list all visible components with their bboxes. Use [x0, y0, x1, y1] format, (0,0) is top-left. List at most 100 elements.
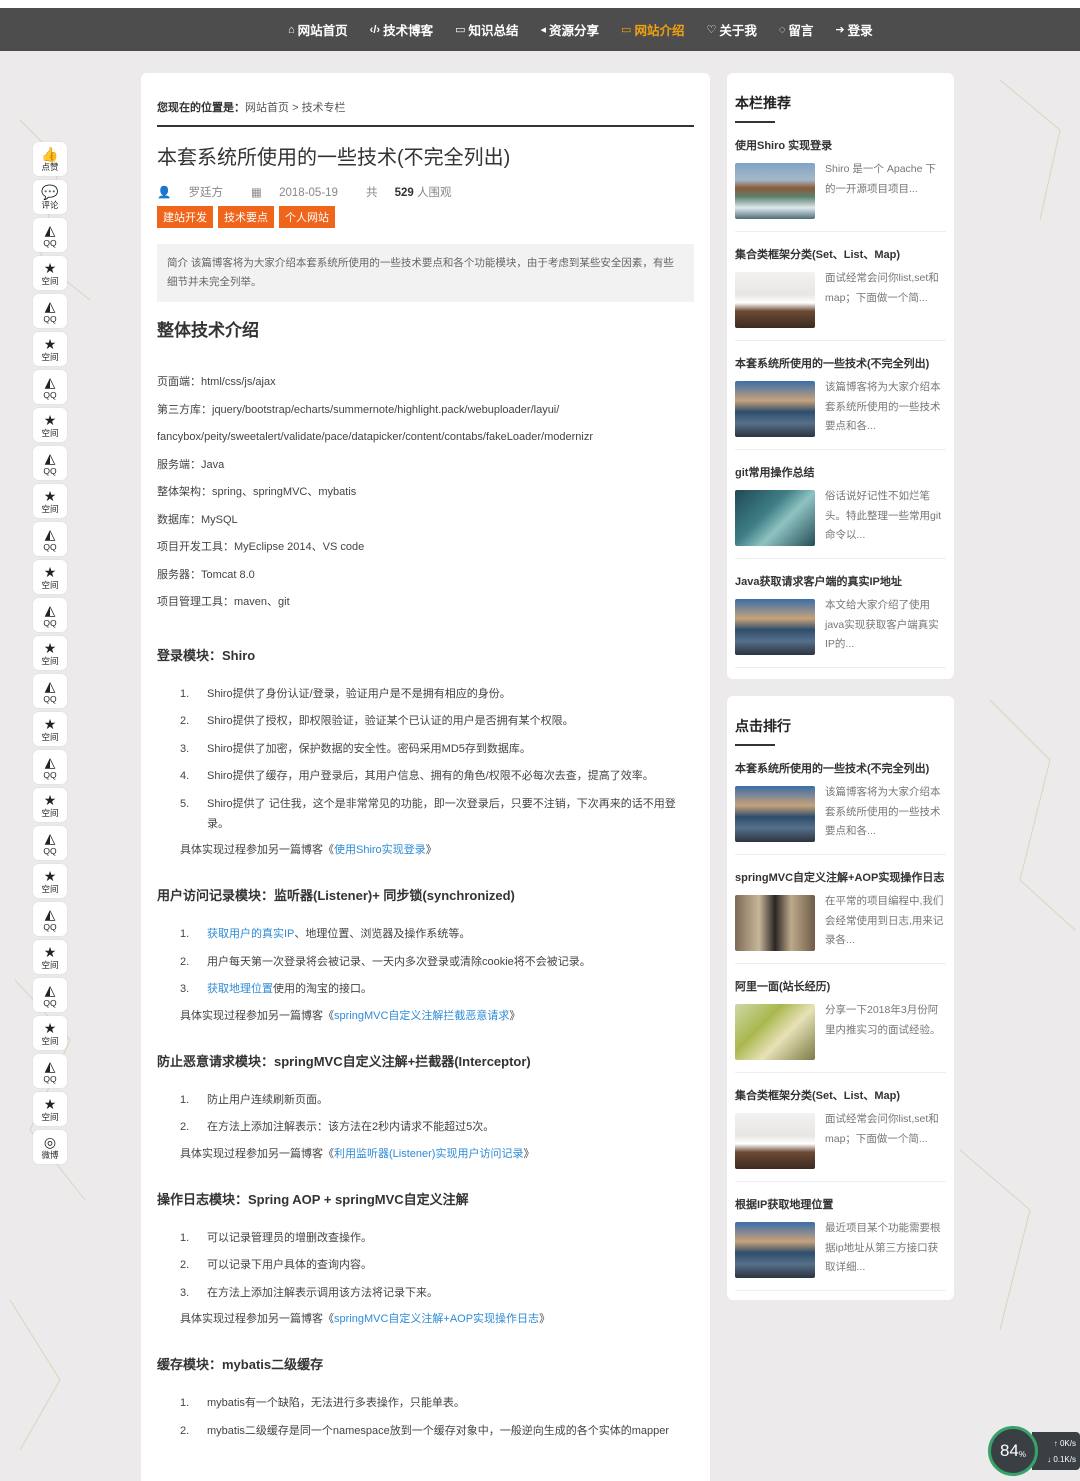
post-item[interactable]: 本套系统所使用的一些技术(不完全列出) 该篇博客将为大家介绍本套系统所使用的一些技… — [735, 355, 946, 450]
item-number: 1. — [180, 687, 190, 700]
share-button[interactable]: ★ 空间 — [33, 1092, 67, 1126]
share-button[interactable]: 💬 评论 — [33, 180, 67, 214]
nav-item[interactable]: ▭ 网站介绍 — [621, 20, 684, 39]
share-button[interactable]: ◭ QQ — [33, 902, 67, 936]
ref-suffix: 》 — [509, 1009, 521, 1022]
share-label: 微博 — [41, 1149, 59, 1160]
tag-link[interactable]: 个人网站 — [279, 206, 335, 228]
tag-link[interactable]: 建站开发 — [157, 206, 213, 228]
post-item[interactable]: 集合类框架分类(Set、List、Map) 面试经常会问你list,set和map… — [735, 246, 946, 341]
post-item[interactable]: 集合类框架分类(Set、List、Map) 面试经常会问你list,set和map… — [735, 1087, 946, 1182]
share-button[interactable]: ◭ QQ — [33, 1054, 67, 1088]
share-button[interactable]: ★ 空间 — [33, 788, 67, 822]
nav-label: 资源分享 — [549, 24, 600, 38]
item-text: 可以记录下用户具体的查询内容。 — [182, 1255, 372, 1275]
post-thumbnail[interactable] — [735, 599, 815, 655]
share-button[interactable]: ◭ QQ — [33, 674, 67, 708]
share-label: QQ — [43, 617, 57, 628]
nav-item[interactable]: ➔ 登录 — [835, 20, 872, 39]
share-button[interactable]: 👍 点赞 — [33, 142, 67, 176]
post-row: 在平常的项目编程中,我们会经常使用到日志,用来记录各... — [735, 895, 946, 951]
tag-link[interactable]: 技术要点 — [218, 206, 274, 228]
post-title[interactable]: 根据IP获取地理位置 — [735, 1196, 946, 1212]
item-body: Shiro提供了缓存，用户登录后，其用户信息、拥有的角色/权限不必每次去查，提高… — [207, 770, 654, 782]
post-item[interactable]: git常用操作总结 俗话说好记性不如烂笔头。特此整理一些常用git命令以... — [735, 464, 946, 559]
post-item[interactable]: Java获取请求客户端的真实IP地址 本文给大家介绍了使用java实现获取客户端真… — [735, 573, 946, 668]
share-button[interactable]: ★ 空间 — [33, 1016, 67, 1050]
nav-item[interactable]: ♡ 关于我 — [706, 20, 756, 39]
post-title[interactable]: 本套系统所使用的一些技术(不完全列出) — [735, 760, 946, 776]
share-button[interactable]: ◭ QQ — [33, 446, 67, 480]
post-thumbnail[interactable] — [735, 490, 815, 546]
nav-item[interactable]: ‹/› 技术博客 — [370, 20, 433, 39]
share-button[interactable]: ◭ QQ — [33, 826, 67, 860]
item-number: 2. — [180, 715, 190, 727]
share-button[interactable]: ◎ 微博 — [33, 1130, 67, 1164]
post-title[interactable]: 集合类框架分类(Set、List、Map) — [735, 246, 946, 262]
share-button[interactable]: ★ 空间 — [33, 864, 67, 898]
top-navigation: ⌂ 网站首页 ‹/› 技术博客 ▭ 知识总结 ◂ 资源分享 ▭ 网站介绍 ♡ 关于我 ◌ 留言 ➔ 登录 — [0, 8, 1080, 51]
share-button[interactable]: ★ 空间 — [33, 636, 67, 670]
post-thumbnail[interactable] — [735, 1113, 815, 1169]
ranking-title: 点击排行 — [735, 718, 791, 734]
post-thumbnail[interactable] — [735, 272, 815, 328]
post-title[interactable]: 阿里一面(站长经历) — [735, 978, 946, 994]
nav-item[interactable]: ◂ 资源分享 — [541, 20, 600, 39]
nav-item[interactable]: ⌂ 网站首页 — [288, 20, 348, 39]
network-speed-widget[interactable]: ↑ 0K/s ↓ 0.1K/s 84% — [988, 1426, 1080, 1476]
share-button[interactable]: ◭ QQ — [33, 978, 67, 1012]
post-item[interactable]: springMVC自定义注解+AOP实现操作日志在平常的项目编程中,我们会经常使… — [735, 869, 946, 964]
post-thumbnail[interactable] — [735, 163, 815, 219]
related-post-link[interactable]: springMVC自定义注解+AOP实现操作日志 — [334, 1313, 539, 1325]
post-item[interactable]: 阿里一面(站长经历) 分享一下2018年3月份阿里内推实习的面试经验。 — [735, 978, 946, 1073]
share-button[interactable]: ◭ QQ — [33, 218, 67, 252]
post-title[interactable]: Java获取请求客户端的真实IP地址 — [735, 573, 946, 589]
post-thumbnail[interactable] — [735, 1222, 815, 1278]
breadcrumb: 您现在的位置是：网站首页 > 技术专栏 — [157, 99, 694, 127]
share-button[interactable]: ★ 空间 — [33, 408, 67, 442]
list-item: 2. 用户每天第一次登录将会被记录、一天内多次登录或清除cookie将不会被记录。 — [157, 952, 694, 972]
post-item[interactable]: 根据IP获取地理位置 最近项目某个功能需要根据ip地址从第三方接口获取详细... — [735, 1196, 946, 1291]
post-thumbnail[interactable] — [735, 895, 815, 951]
breadcrumb-home-link[interactable]: 网站首页 — [245, 102, 289, 114]
breadcrumb-current-link[interactable]: 技术专栏 — [302, 102, 346, 114]
post-title[interactable]: git常用操作总结 — [735, 464, 946, 480]
post-thumbnail[interactable] — [735, 381, 815, 437]
share-button[interactable]: ◭ QQ — [33, 750, 67, 784]
share-button[interactable]: ★ 空间 — [33, 256, 67, 290]
related-post-link[interactable]: 利用监听器(Listener)实现用户访问记录 — [334, 1148, 523, 1160]
post-title[interactable]: 集合类框架分类(Set、List、Map) — [735, 1087, 946, 1103]
share-button[interactable]: ★ 空间 — [33, 560, 67, 594]
related-post-link[interactable]: springMVC自定义注解拦截恶意请求 — [334, 1010, 509, 1022]
list-item: 1. 可以记录管理员的增删改查操作。 — [157, 1228, 694, 1248]
share-button[interactable]: ★ 空间 — [33, 484, 67, 518]
qq-icon: ◭ — [44, 601, 56, 618]
post-title[interactable]: 本套系统所使用的一些技术(不完全列出) — [735, 355, 946, 371]
share-button[interactable]: ◭ QQ — [33, 370, 67, 404]
post-item[interactable]: 本套系统所使用的一些技术(不完全列出) 该篇博客将为大家介绍本套系统所使用的一些技… — [735, 760, 946, 855]
item-body: 用户每天第一次登录将会被记录、一天内多次登录或清除cookie将不会被记录。 — [207, 955, 591, 968]
item-link[interactable]: 获取用户的真实IP — [207, 928, 294, 940]
nav-item[interactable]: ◌ 留言 — [779, 20, 814, 39]
share-label: 空间 — [41, 351, 59, 362]
share-label: QQ — [43, 237, 57, 248]
nav-item[interactable]: ▭ 知识总结 — [455, 20, 518, 39]
share-button[interactable]: ◭ QQ — [33, 522, 67, 556]
share-button[interactable]: ◭ QQ — [33, 294, 67, 328]
post-thumbnail[interactable] — [735, 786, 815, 842]
folder-icon: ▭ — [455, 24, 466, 36]
share-label: QQ — [43, 389, 57, 400]
ref-prefix: 具体实现过程参加另一篇博客《 — [180, 1313, 334, 1325]
post-title[interactable]: springMVC自定义注解+AOP实现操作日志 — [735, 869, 946, 885]
post-item[interactable]: 使用Shiro 实现登录 Shiro 是一个 Apache 下的一开源项目项目..… — [735, 137, 946, 232]
share-button[interactable]: ★ 空间 — [33, 712, 67, 746]
share-button[interactable]: ◭ QQ — [33, 598, 67, 632]
share-button[interactable]: ★ 空间 — [33, 940, 67, 974]
item-link[interactable]: 获取地理位置 — [207, 983, 273, 995]
post-thumbnail[interactable] — [735, 1004, 815, 1060]
share-button[interactable]: ★ 空间 — [33, 332, 67, 366]
title-underline — [735, 121, 775, 123]
post-title[interactable]: 使用Shiro 实现登录 — [735, 137, 946, 153]
item-text: Shiro提供了 记住我，这个是非常常见的功能，即一次登录后，只要不注销，下次再… — [182, 794, 694, 834]
related-post-link[interactable]: 使用Shiro实现登录 — [334, 844, 426, 856]
